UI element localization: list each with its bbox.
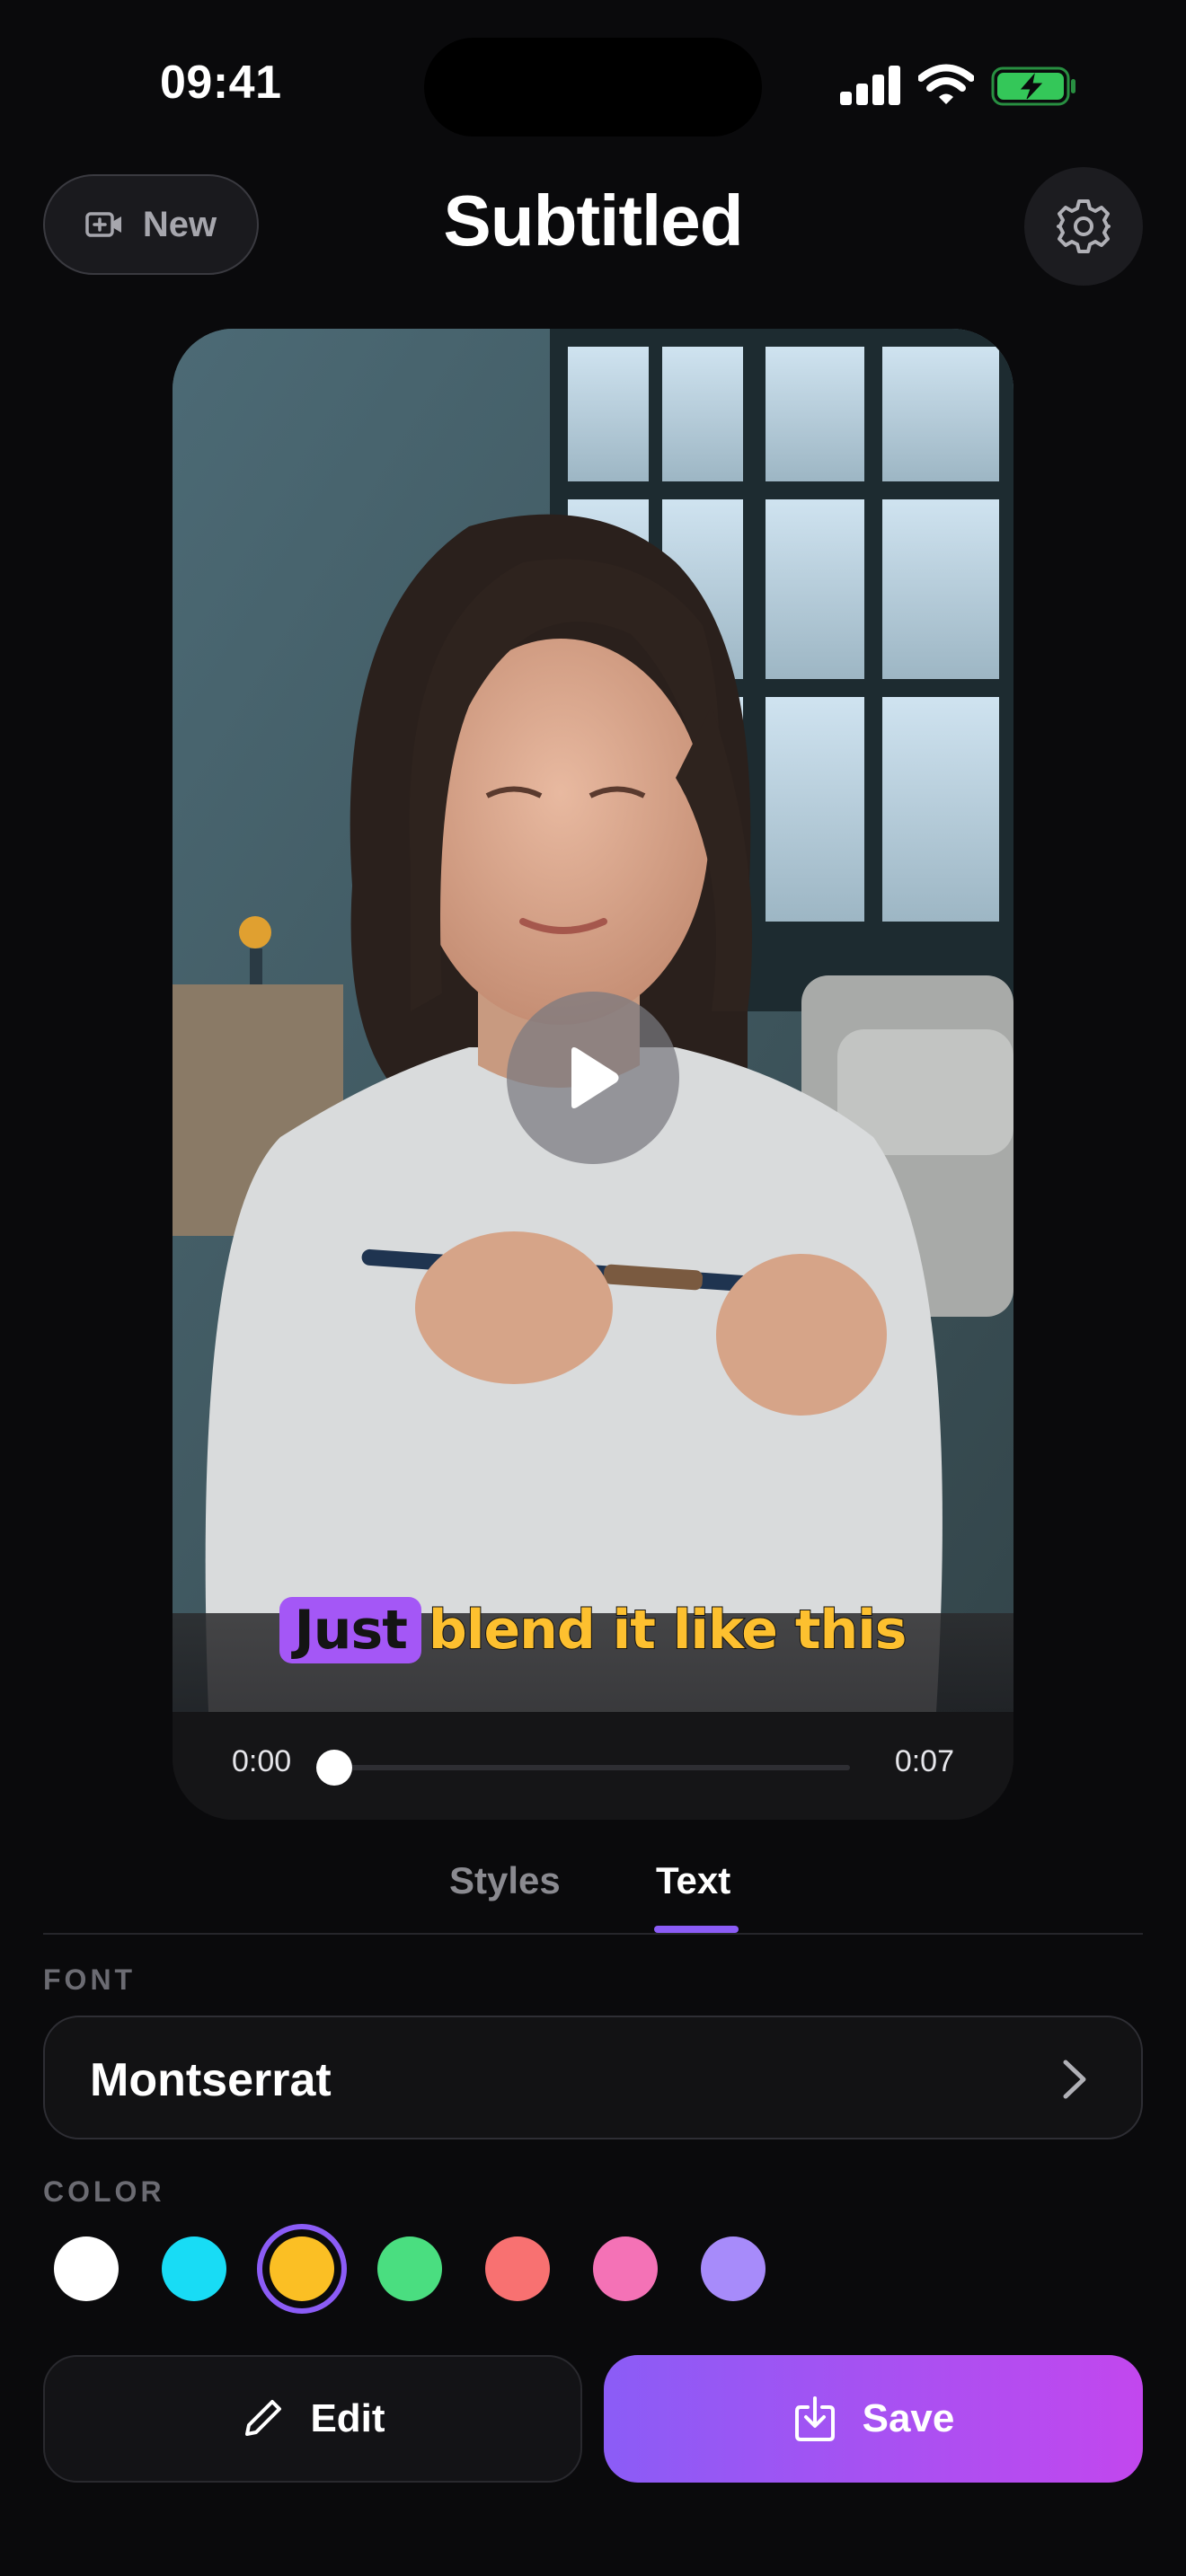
gear-icon [1057, 199, 1111, 253]
selected-color-ring [257, 2224, 347, 2314]
status-time: 09:41 [160, 57, 282, 109]
video-frame[interactable]: Just blend it like this [173, 329, 1013, 1712]
edit-button[interactable]: Edit [43, 2355, 582, 2483]
tab-styles[interactable]: Styles [449, 1859, 561, 1902]
video-preview-card: Just blend it like this 0:00 0:07 [173, 329, 1013, 1820]
edit-button-label: Edit [310, 2396, 385, 2440]
total-time: 0:07 [894, 1744, 954, 1778]
play-button[interactable] [507, 992, 679, 1164]
download-icon [794, 2396, 835, 2441]
pencil-icon [245, 2400, 282, 2436]
battery-charging-icon [991, 66, 1075, 106]
color-swatch[interactable] [162, 2236, 226, 2301]
current-time: 0:00 [232, 1744, 292, 1778]
font-selector[interactable]: Montserrat [43, 2016, 1143, 2139]
color-swatch[interactable] [593, 2236, 658, 2301]
color-swatch[interactable] [485, 2236, 550, 2301]
font-section-label: FONT [43, 1963, 137, 1996]
font-name: Montserrat [90, 2054, 332, 2106]
tab-text[interactable]: Text [656, 1859, 730, 1902]
active-tab-indicator [654, 1926, 739, 1933]
caption-text: blend it like this [428, 1598, 908, 1663]
color-swatch[interactable] [701, 2236, 766, 2301]
seek-bar[interactable] [334, 1765, 850, 1770]
color-swatch[interactable] [54, 2236, 119, 2301]
settings-button[interactable] [1024, 167, 1143, 286]
save-button-label: Save [862, 2396, 955, 2440]
save-button[interactable]: Save [604, 2355, 1143, 2483]
color-swatch[interactable] [377, 2236, 442, 2301]
play-icon [571, 1047, 619, 1108]
dynamic-island [424, 38, 762, 137]
color-section-label: COLOR [43, 2175, 165, 2208]
editor-tabs: Styles Text [43, 1854, 1143, 1935]
chevron-right-icon [1063, 2060, 1086, 2099]
wifi-icon [918, 64, 974, 104]
caption-highlight-word: Just [279, 1597, 421, 1663]
playback-controls: 0:00 0:07 [173, 1712, 1013, 1820]
seek-thumb[interactable] [316, 1750, 352, 1786]
app-title: Subtitled [443, 181, 743, 260]
cellular-signal-icon [840, 66, 901, 105]
subtitle-caption: Just blend it like this [173, 1597, 1013, 1663]
